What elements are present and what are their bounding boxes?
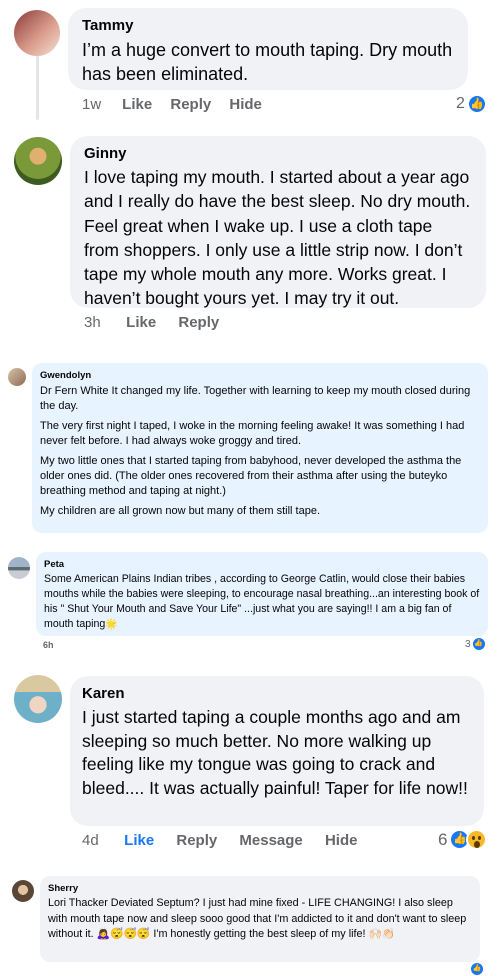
comment-text: Some American Plains Indian tribes , acc… [44,572,480,632]
reaction-count: 2 [456,95,465,112]
message-button[interactable]: Message [239,832,302,849]
thread-line [36,50,39,120]
comment-text: I just started taping a couple months ag… [82,707,468,799]
comment-actions: 1w Like Reply Hide [82,96,262,113]
like-button[interactable]: Like [122,96,152,113]
thumbs-up-icon: 👍 [470,962,484,976]
comment-paragraph: Dr Fern White It changed my life. Togeth… [40,385,471,412]
comment-actions: 4d Like Reply Message Hide [82,832,357,849]
avatar-sherry[interactable] [12,880,34,902]
avatar-gwendolyn[interactable] [8,368,26,386]
timestamp[interactable]: 4d [82,832,120,849]
comment-paragraph: My children are all grown now but many o… [40,505,321,517]
comment-text: I love taping my mouth. I started about … [84,167,471,309]
timestamp[interactable]: 6h [43,640,54,650]
reply-button[interactable]: Reply [178,314,219,331]
comment-text: I’m a huge convert to mouth taping. Dry … [82,40,453,84]
reaction-count: 6 [438,829,448,849]
comment-bubble-gwendolyn: Gwendolyn Dr Fern White It changed my li… [32,363,488,533]
comment-bubble-sherry: Sherry Lori Thacker Deviated Septum? I j… [40,876,480,962]
comment-author[interactable]: Ginny [84,145,472,162]
avatar-karen[interactable] [14,675,62,723]
reaction-summary[interactable]: 6 👍 [438,829,488,850]
timestamp[interactable]: 3h [84,314,122,331]
comment-paragraph: The very first night I taped, I woke in … [40,420,465,447]
comment-author[interactable]: Peta [44,559,480,570]
timestamp[interactable]: 1w [82,96,118,113]
wow-reaction-icon [466,829,488,850]
reply-button[interactable]: Reply [176,832,217,849]
avatar-peta[interactable] [8,557,30,579]
reaction-summary[interactable]: 2 👍 [456,94,487,114]
comment-bubble-tammy: Tammy I’m a huge convert to mouth taping… [68,8,468,90]
comment-actions: 6h [43,640,54,650]
reply-button[interactable]: Reply [170,96,211,113]
comment-text: Lori Thacker Deviated Septum? I just had… [48,897,467,940]
comment-bubble-peta: Peta Some American Plains Indian tribes … [36,552,488,636]
like-button[interactable]: Like [126,314,156,331]
star-emoji-icon: 🌟 [105,619,118,630]
reaction-count: 3 [465,638,471,650]
comment-actions: 3h Like Reply [84,314,219,331]
comment-author[interactable]: Karen [82,685,472,702]
comment-author[interactable]: Gwendolyn [40,370,480,381]
comment-bubble-karen: Karen I just started taping a couple mon… [70,676,484,826]
comment-paragraph: My two little ones that I started taping… [40,455,462,497]
avatar-tammy[interactable] [14,10,60,56]
comment-author[interactable]: Sherry [48,883,472,894]
comment-author[interactable]: Tammy [82,17,454,34]
like-button[interactable]: Like [124,832,154,849]
avatar-ginny[interactable] [14,137,62,185]
thumbs-up-icon: 👍 [471,637,486,651]
hide-button[interactable]: Hide [229,96,262,113]
comment-bubble-ginny: Ginny I love taping my mouth. I started … [70,136,486,308]
hide-button[interactable]: Hide [325,832,358,849]
reaction-summary[interactable]: 3 👍 [465,637,486,651]
thumbs-up-icon: 👍 [466,94,487,114]
